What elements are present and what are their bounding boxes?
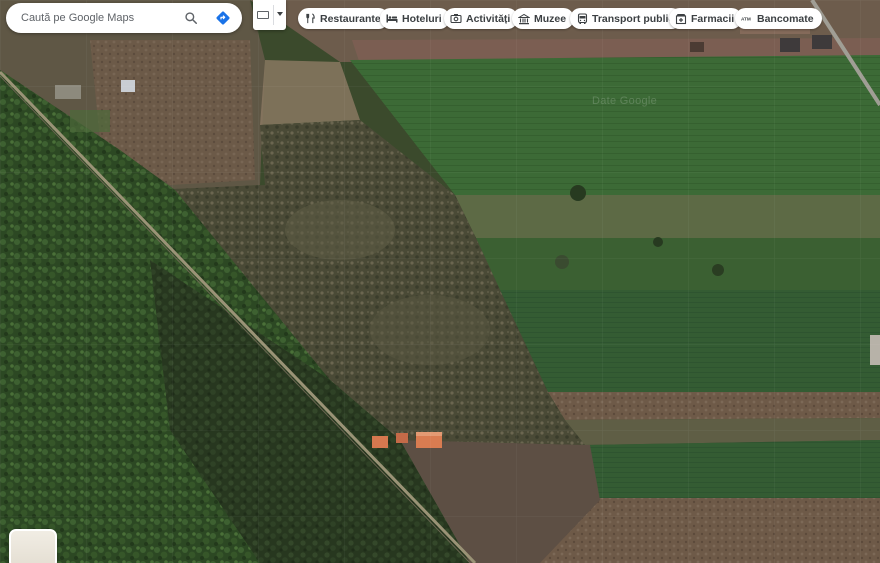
chip-transport-public[interactable]: Transport public [570,8,683,29]
atm-icon: ATM [741,13,753,25]
map-watermark: Date Google [592,95,658,107]
chip-label: Hoteluri [402,12,442,25]
chevron-down-icon[interactable] [277,12,283,16]
chip-label: Muzee [534,12,567,25]
search-box[interactable] [6,3,242,33]
chip-label: Transport public [592,12,675,25]
keyboard-icon [257,11,269,19]
pharmacy-icon [675,13,687,25]
bed-icon [386,13,398,25]
chip-restaurante[interactable]: Restaurante [298,8,389,29]
chip-label: Farmacii [691,12,735,25]
museum-icon [518,13,530,25]
camera-icon [450,13,462,25]
chip-bancomate[interactable]: ATM Bancomate [735,8,822,29]
svg-text:ATM: ATM [741,16,751,21]
chip-label: Activități [466,12,511,25]
chip-activitati[interactable]: Activități [444,8,519,29]
search-icon[interactable] [180,7,202,29]
chip-label: Restaurante [320,12,381,25]
fork-knife-icon [304,13,316,25]
chip-muzee[interactable]: Muzee [512,8,575,29]
input-tools-button[interactable] [253,0,286,30]
chip-farmacii[interactable]: Farmacii [669,8,743,29]
directions-icon[interactable] [212,7,234,29]
search-input[interactable] [21,12,180,24]
map-layer-thumbnail[interactable] [9,529,57,563]
satellite-map[interactable]: Date Google [0,0,880,563]
bus-icon [576,12,588,25]
chip-label: Bancomate [757,12,814,25]
chip-hoteluri[interactable]: Hoteluri [380,8,450,29]
